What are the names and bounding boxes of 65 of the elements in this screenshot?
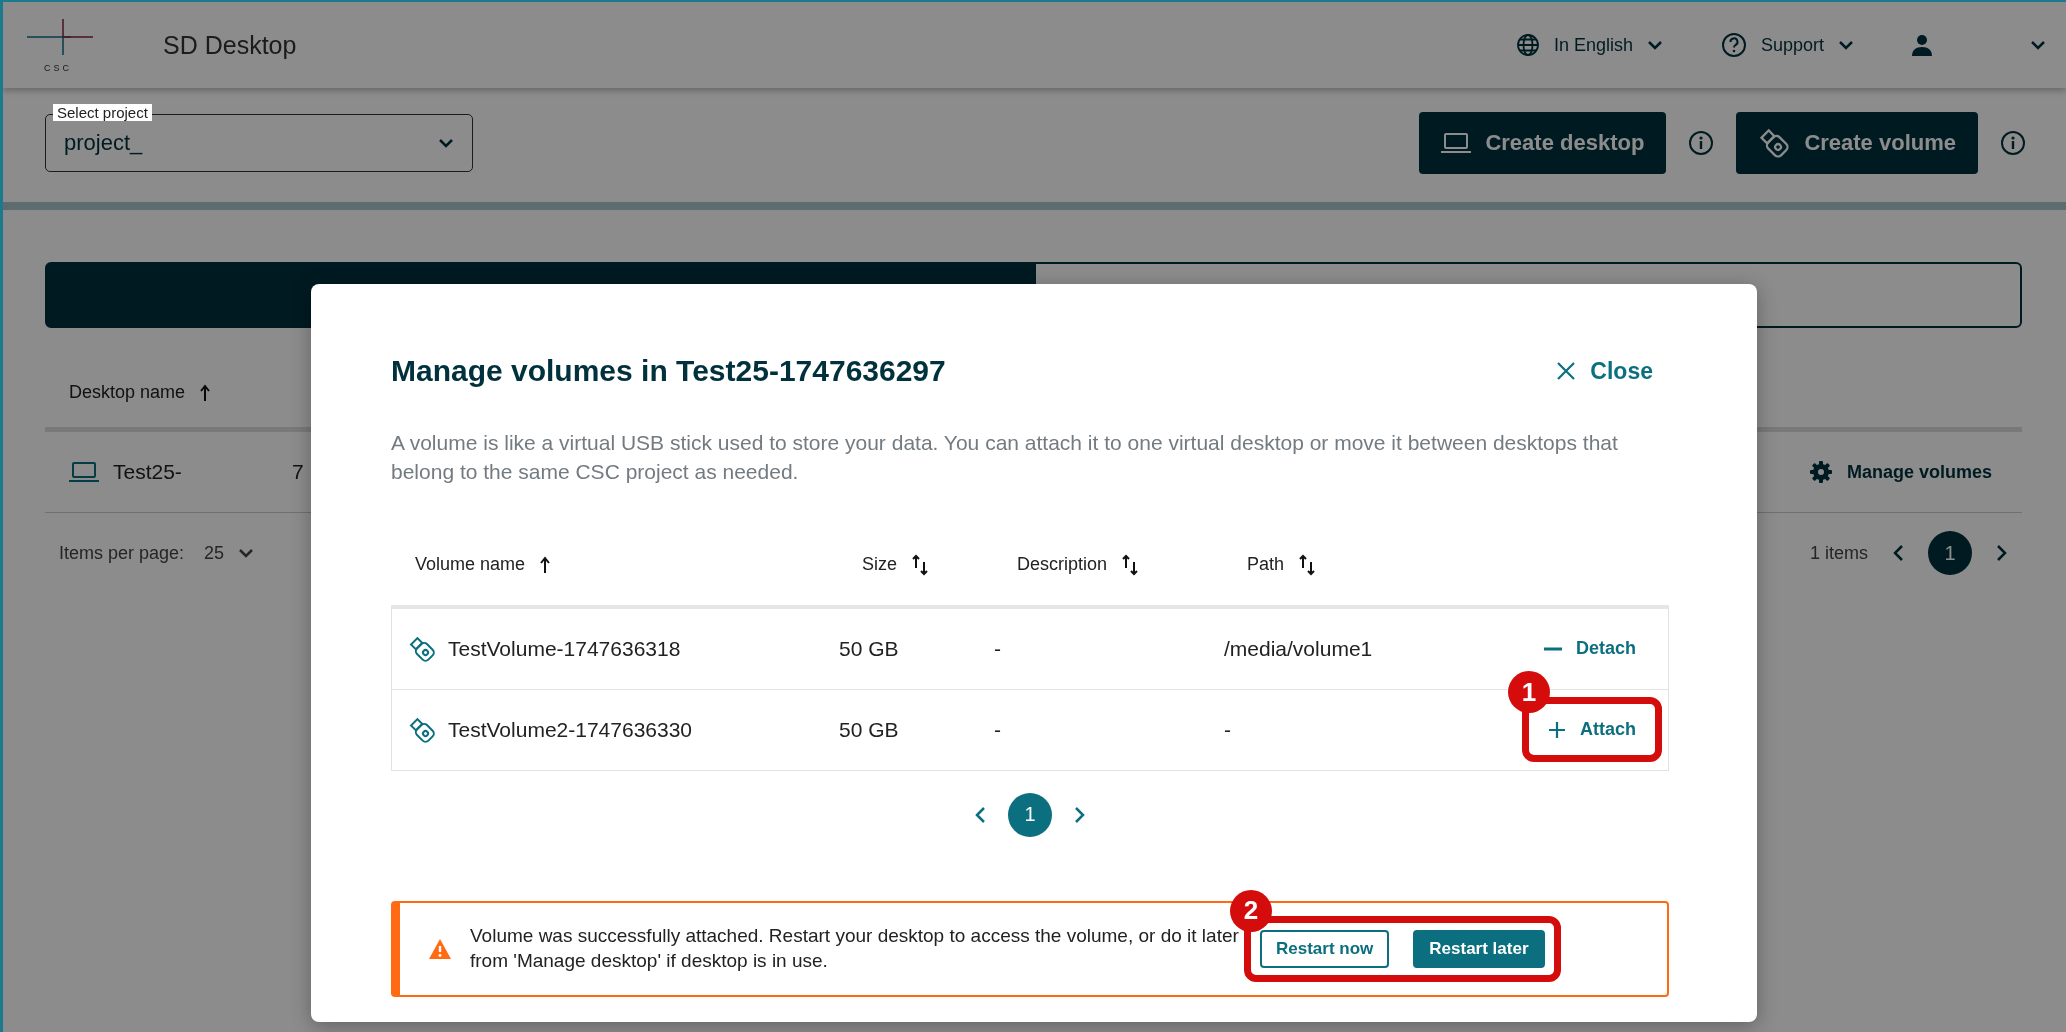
chevron-down-icon [438, 138, 454, 148]
restart-later-button[interactable]: Restart later [1413, 929, 1545, 968]
sort-icon[interactable] [1121, 553, 1140, 576]
previous-page-button[interactable] [974, 805, 986, 824]
globe-icon [1515, 33, 1540, 57]
table-cell-text: - [994, 717, 1002, 742]
next-page-button[interactable] [1996, 544, 2008, 562]
table-cell: TestVolume2-1747636330 [448, 717, 693, 742]
column-header: Size [862, 554, 897, 576]
user-menu[interactable] [1912, 34, 2046, 56]
plus-icon [1548, 720, 1566, 739]
sort-icon[interactable] [1298, 553, 1317, 576]
help-icon [1720, 32, 1747, 58]
column-header: Path [1247, 554, 1285, 576]
chevron-down-icon [238, 548, 255, 558]
minus-icon [1543, 646, 1562, 651]
laptop-icon [1441, 132, 1472, 154]
field-label: Select project [53, 104, 152, 121]
usb-stick-icon [408, 715, 436, 744]
column-header: Description [1017, 554, 1108, 576]
column-header: Volume name [415, 554, 526, 576]
items-per-page-select[interactable]: 25 [204, 542, 255, 564]
items-count: 1 items [1809, 542, 1868, 564]
manage-volumes-button[interactable]: Manage volumes [1802, 459, 1998, 485]
sort-ascending-icon[interactable] [539, 555, 552, 574]
chevron-down-icon [1838, 40, 1854, 50]
table-cell: TestVolume-1747636318 [448, 636, 681, 661]
table-cell-text: 50 GB [839, 717, 900, 742]
sort-ascending-icon[interactable] [199, 383, 212, 402]
usb-stick-icon [408, 634, 436, 663]
app-title: SD Desktop [163, 30, 297, 60]
gear-icon [1808, 460, 1833, 484]
table-cell-text: - [1224, 717, 1232, 742]
page-button[interactable]: 1 [1008, 792, 1052, 837]
close-button[interactable]: Close [1550, 356, 1659, 386]
dialog-title: Manage volumes in Test25-1747636297 [391, 354, 946, 388]
next-page-button[interactable] [1074, 805, 1086, 824]
warning-icon [428, 937, 452, 960]
previous-page-button[interactable] [1892, 544, 1904, 562]
info-icon[interactable] [1688, 130, 1715, 156]
table-cell-text: 50 GB [839, 636, 900, 661]
user-icon [1912, 34, 1932, 56]
info-icon[interactable] [2000, 130, 2026, 156]
step-number: 2 [1230, 889, 1272, 932]
create-volume-button[interactable]: Create volume [1736, 112, 1978, 174]
usb-stick-icon [1758, 127, 1791, 159]
dialog-description: A volume is like a virtual USB stick used to store your data. You can attach it to one virtual desktop or move it between desktops that belong to the same CSC project as needed. [391, 430, 1619, 486]
table-cell: Test25- [113, 460, 182, 484]
chevron-down-icon [2030, 40, 2046, 50]
sort-icon[interactable] [911, 553, 929, 576]
create-desktop-button[interactable]: Create desktop [1419, 112, 1667, 174]
items-per-page-label: Items per page: [59, 542, 185, 564]
laptop-icon [69, 461, 99, 483]
logo: CSC [23, 17, 93, 73]
table-cell: 7 [291, 460, 304, 484]
table-cell-text: - [994, 636, 1002, 661]
page-button[interactable]: 1 [1928, 531, 1972, 575]
close-icon [1556, 361, 1577, 381]
column-header: Desktop name [69, 382, 186, 403]
table-cell-text: /media/volume1 [1224, 636, 1374, 661]
support-menu[interactable]: Support [1720, 32, 1854, 58]
chevron-down-icon [1646, 40, 1663, 50]
restart-now-button[interactable]: Restart now [1260, 929, 1390, 968]
language-menu[interactable]: In English [1515, 33, 1663, 57]
step-number: 1 [1508, 671, 1550, 714]
